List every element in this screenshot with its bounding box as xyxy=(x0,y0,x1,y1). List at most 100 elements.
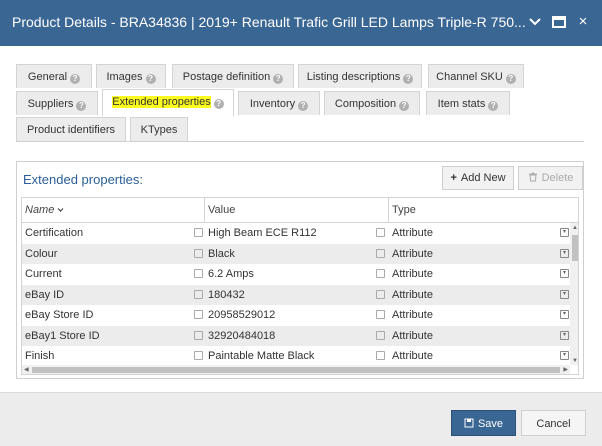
tab-general[interactable]: General? xyxy=(16,64,92,88)
tab-composition[interactable]: Composition? xyxy=(324,91,420,115)
edit-icon[interactable] xyxy=(376,228,385,237)
edit-icon[interactable] xyxy=(376,289,385,299)
edit-icon[interactable] xyxy=(194,351,203,360)
tab-extended-properties[interactable]: Extended properties? xyxy=(102,89,234,116)
dropdown-icon[interactable]: ▾ xyxy=(560,248,569,258)
dropdown-icon[interactable]: ▾ xyxy=(560,330,569,340)
cell-name[interactable]: eBay ID xyxy=(22,285,205,305)
tab-listing-descriptions[interactable]: Listing descriptions? xyxy=(298,64,422,88)
table-row[interactable]: eBay Store ID 20958529012 Attribute ▾ xyxy=(22,305,570,326)
add-new-button[interactable]: + Add New xyxy=(442,166,514,190)
window-title: Product Details - BRA34836 | 2019+ Renau… xyxy=(12,14,526,30)
help-icon: ? xyxy=(403,74,414,84)
save-button[interactable]: Save xyxy=(451,410,516,436)
tab-item-stats[interactable]: Item stats? xyxy=(426,91,510,115)
close-button[interactable]: × xyxy=(574,13,592,31)
edit-icon[interactable] xyxy=(194,330,203,340)
help-icon: ? xyxy=(273,74,284,84)
cell-name[interactable]: Current xyxy=(22,264,205,284)
scroll-left-icon[interactable]: ◀ xyxy=(24,366,29,373)
dropdown-icon[interactable]: ▾ xyxy=(560,351,569,360)
table-row[interactable]: Colour Black Attribute ▾ xyxy=(22,243,570,264)
extended-properties-panel: Extended properties: + Add New Delete Nam… xyxy=(16,161,584,379)
cell-type[interactable]: Attribute xyxy=(389,285,578,305)
dropdown-icon[interactable]: ▾ xyxy=(560,289,569,299)
dropdown-icon[interactable]: ▾ xyxy=(560,228,569,237)
scroll-right-icon[interactable]: ▶ xyxy=(563,366,568,373)
vertical-scrollbar[interactable]: ▲ ▼ xyxy=(570,223,578,365)
cell-value[interactable]: 180432 xyxy=(205,285,389,305)
tab-channel-sku[interactable]: Channel SKU? xyxy=(428,64,524,88)
edit-icon[interactable] xyxy=(194,289,203,299)
delete-button[interactable]: Delete xyxy=(518,166,583,190)
table-row[interactable]: Current 6.2 Amps Attribute ▾ xyxy=(22,264,570,285)
chevron-down-icon xyxy=(57,208,64,212)
plus-icon: + xyxy=(450,172,457,184)
cell-name[interactable]: eBay Store ID xyxy=(22,305,205,325)
edit-icon[interactable] xyxy=(194,248,203,258)
tab-label: KTypes xyxy=(140,124,178,136)
maximize-button[interactable] xyxy=(550,13,568,31)
edit-icon[interactable] xyxy=(376,330,385,340)
cell-value[interactable]: 20958529012 xyxy=(205,305,389,325)
help-icon: ? xyxy=(298,101,309,111)
help-icon: ? xyxy=(213,99,224,109)
tab-images[interactable]: Images? xyxy=(96,64,166,88)
cell-value[interactable]: Paintable Matte Black xyxy=(205,346,389,366)
tab-ktypes[interactable]: KTypes xyxy=(130,117,188,141)
scroll-up-icon[interactable]: ▲ xyxy=(572,225,578,231)
scroll-down-icon[interactable]: ▼ xyxy=(572,358,578,364)
edit-icon[interactable] xyxy=(376,351,385,360)
edit-icon[interactable] xyxy=(376,269,385,278)
delete-label: Delete xyxy=(541,172,574,184)
minimize-button[interactable] xyxy=(526,13,544,31)
tab-label: Listing descriptions xyxy=(306,71,401,83)
edit-icon[interactable] xyxy=(376,310,385,319)
cell-name[interactable]: Certification xyxy=(22,223,205,243)
window-titlebar: Product Details - BRA34836 | 2019+ Renau… xyxy=(0,0,602,46)
cell-value[interactable]: High Beam ECE R112 xyxy=(205,223,389,243)
cell-value[interactable]: 6.2 Amps xyxy=(205,264,389,284)
edit-icon[interactable] xyxy=(194,228,203,237)
tab-postage-definition[interactable]: Postage definition? xyxy=(172,64,294,88)
cell-type[interactable]: Attribute xyxy=(389,264,578,284)
edit-icon[interactable] xyxy=(194,310,203,319)
table-row[interactable]: eBay ID 180432 Attribute ▾ xyxy=(22,284,570,305)
cell-type[interactable]: Attribute xyxy=(389,346,578,366)
tab-label: Extended properties xyxy=(112,96,211,108)
column-header-name[interactable]: Name xyxy=(22,198,205,223)
tab-product-identifiers[interactable]: Product identifiers xyxy=(16,117,126,141)
horizontal-scrollbar[interactable]: ◀ ▶ xyxy=(22,365,570,374)
tab-label: Postage definition xyxy=(182,71,271,83)
dropdown-icon[interactable]: ▾ xyxy=(560,269,569,278)
table-row[interactable]: Finish Paintable Matte Black Attribute ▾ xyxy=(22,346,570,367)
cancel-button[interactable]: Cancel xyxy=(521,410,586,436)
cell-type[interactable]: Attribute xyxy=(389,223,578,243)
edit-icon[interactable] xyxy=(194,269,203,278)
cell-value[interactable]: Black xyxy=(205,244,389,264)
maximize-icon xyxy=(552,16,566,28)
column-header-type[interactable]: Type xyxy=(389,198,578,223)
tab-inventory[interactable]: Inventory? xyxy=(238,91,320,115)
cell-name[interactable]: Finish xyxy=(22,346,205,366)
tab-label: General xyxy=(27,71,68,83)
cell-type[interactable]: Attribute xyxy=(389,305,578,325)
tab-suppliers[interactable]: Suppliers? xyxy=(16,91,98,115)
add-new-label: Add New xyxy=(460,172,506,184)
tab-label: Channel SKU xyxy=(436,71,503,83)
table-row[interactable]: Certification High Beam ECE R112 Attribu… xyxy=(22,223,570,244)
cell-value[interactable]: 32920484018 xyxy=(205,326,389,346)
cell-name[interactable]: eBay1 Store ID xyxy=(22,326,205,346)
cell-type[interactable]: Attribute xyxy=(389,244,578,264)
column-header-value[interactable]: Value xyxy=(205,198,389,223)
cell-type[interactable]: Attribute xyxy=(389,326,578,346)
edit-icon[interactable] xyxy=(376,248,385,258)
scrollbar-thumb[interactable] xyxy=(572,235,578,261)
table-row[interactable]: eBay1 Store ID 32920484018 Attribute ▾ xyxy=(22,325,570,346)
panel-title: Extended properties: xyxy=(23,172,143,187)
tab-label: Inventory xyxy=(249,98,296,110)
grid-header: Name Value Type xyxy=(22,198,578,223)
dropdown-icon[interactable]: ▾ xyxy=(560,310,569,319)
scrollbar-thumb[interactable] xyxy=(32,367,560,373)
cell-name[interactable]: Colour xyxy=(22,244,205,264)
